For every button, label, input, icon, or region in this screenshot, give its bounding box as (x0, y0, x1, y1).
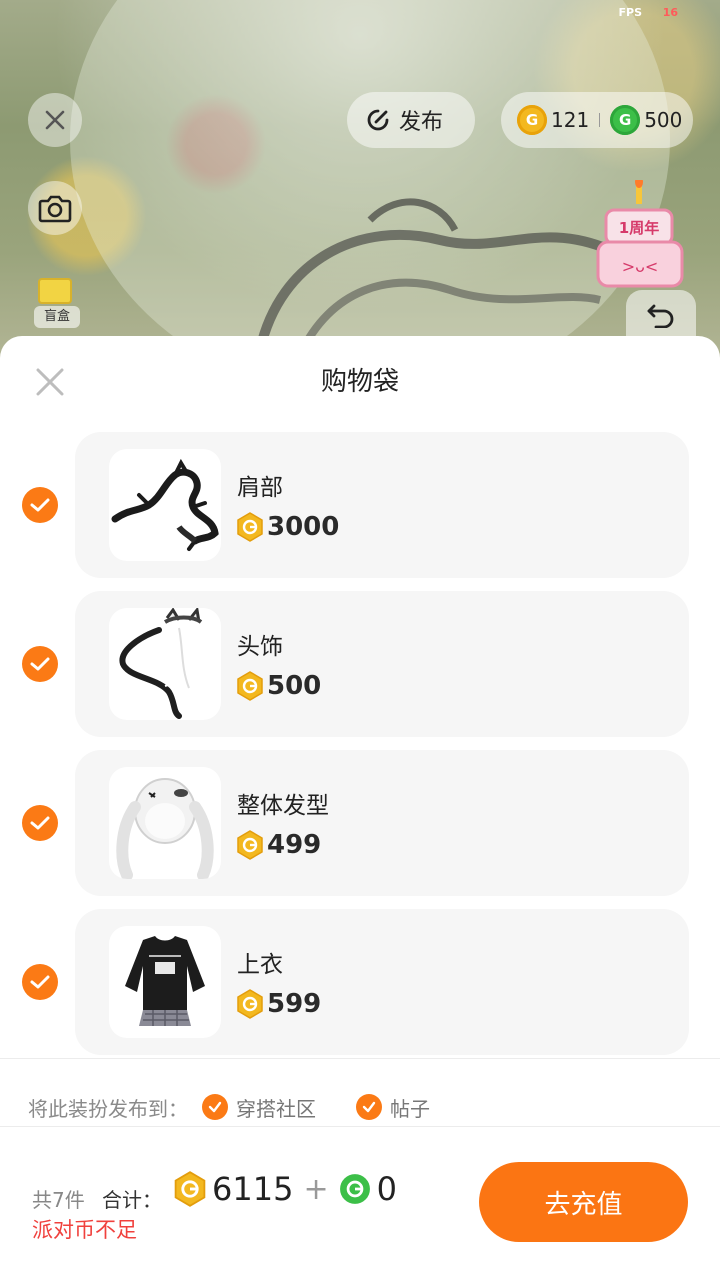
publish-label: 发布 (399, 110, 444, 135)
plus-sign: + (303, 1171, 329, 1207)
recharge-button[interactable]: 去充值 (479, 1162, 688, 1242)
item-name: 头饰 (237, 634, 283, 660)
check-icon (356, 1094, 382, 1120)
camera-icon (38, 195, 72, 223)
publish-to-label: 将此装扮发布到： (28, 1096, 188, 1121)
check-icon (30, 657, 50, 671)
cart-item: 肩部 3000 (0, 432, 720, 578)
item-price-value: 500 (267, 671, 322, 701)
cart-item: 整体发型 499 (0, 750, 720, 896)
green-coin-icon (339, 1174, 370, 1204)
blindbox-label: 盲盒 (34, 306, 80, 328)
fps-value: 16 (662, 6, 678, 19)
cart-item-card[interactable]: 肩部 3000 (75, 432, 689, 578)
white-twintail-hair-icon (116, 778, 214, 879)
check-icon (30, 498, 50, 512)
avatar-scene-background: FPS 16 盲盒 发布 G 121 G 500 1周年 >ᴗ< (0, 0, 720, 360)
item-price: 499 (237, 830, 321, 860)
cart-item-card[interactable]: 头饰 500 (75, 591, 689, 737)
item-name: 上衣 (237, 952, 283, 978)
cat-ear-tail-icon (119, 608, 203, 719)
item-price: 500 (237, 671, 321, 701)
green-total: 0 (376, 1170, 397, 1208)
blindbox-icon (38, 278, 72, 304)
gold-coin-icon (237, 512, 263, 542)
svg-text:>ᴗ<: >ᴗ< (622, 257, 659, 276)
shopping-bag-sheet: 购物袋 肩部 3000 头饰 500 整体发型 499 上衣 599 将此装扮发… (0, 336, 720, 1280)
gold-coin-icon (174, 1171, 206, 1207)
publish-to-row: 将此装扮发布到： 穿搭社区 帖子 (28, 1092, 430, 1122)
item-price-value: 499 (267, 830, 322, 860)
gold-coin-icon (237, 671, 263, 701)
item-count: 共7件 (32, 1188, 85, 1212)
anniversary-cake-icon[interactable]: 1周年 >ᴗ< (594, 180, 686, 290)
green-coin-icon: G (610, 105, 641, 135)
check-icon (30, 816, 50, 830)
publish-button[interactable]: 发布 (347, 92, 475, 148)
insufficient-coins-warning: 派对币不足 (32, 1218, 137, 1242)
blindbox-button[interactable]: 盲盒 (32, 278, 80, 330)
divider (0, 1126, 720, 1127)
black-sweater-outfit-icon (125, 936, 205, 1026)
undo-icon (647, 304, 674, 328)
gold-total: 6115 (212, 1170, 294, 1208)
item-checkbox[interactable] (22, 646, 58, 682)
publish-option-post[interactable]: 帖子 (356, 1093, 430, 1122)
sheet-title: 购物袋 (320, 367, 399, 397)
gold-coin-icon: G (517, 105, 547, 135)
order-summary: 共7件 合计： 6115 + 0 派对币不足 (32, 1166, 452, 1246)
close-scene-button[interactable] (28, 93, 82, 147)
publish-option-label: 穿搭社区 (236, 1096, 316, 1121)
item-thumbnail (109, 608, 221, 720)
item-price: 3000 (237, 512, 339, 542)
currency-balance[interactable]: G 121 G 500 (501, 92, 693, 148)
item-checkbox[interactable] (22, 964, 58, 1000)
item-thumbnail (109, 767, 221, 879)
total-amount: 6115 + 0 (174, 1166, 397, 1212)
gold-coin-icon (237, 830, 263, 860)
green-balance: 500 (644, 108, 683, 132)
check-icon (202, 1094, 228, 1120)
item-price-value: 3000 (267, 512, 340, 542)
total-label: 合计： (102, 1188, 162, 1212)
svg-text:1周年: 1周年 (619, 219, 659, 237)
camera-button[interactable] (28, 181, 82, 235)
close-icon (45, 110, 65, 130)
item-checkbox[interactable] (22, 487, 58, 523)
item-thumbnail (109, 926, 221, 1038)
cart-item-card[interactable]: 整体发型 499 (75, 750, 689, 896)
item-price-value: 599 (267, 989, 322, 1019)
publish-icon (367, 109, 389, 131)
black-dragon-icon (111, 458, 219, 551)
avatar-hair-silhouette (255, 198, 612, 357)
currency-divider (599, 113, 601, 127)
item-checkbox[interactable] (22, 805, 58, 841)
publish-option-community[interactable]: 穿搭社区 (202, 1093, 316, 1122)
check-icon (30, 975, 50, 989)
gold-balance: 121 (551, 108, 590, 132)
item-name: 肩部 (237, 475, 283, 501)
fps-label: FPS (618, 6, 643, 19)
item-name: 整体发型 (237, 793, 329, 819)
gold-coin-icon (237, 989, 263, 1019)
cart-item-card[interactable]: 上衣 599 (75, 909, 689, 1055)
item-price: 599 (237, 989, 321, 1019)
item-thumbnail (109, 449, 221, 561)
cart-item: 头饰 500 (0, 591, 720, 737)
cart-item: 上衣 599 (0, 909, 720, 1055)
publish-option-label: 帖子 (390, 1096, 430, 1121)
divider (0, 1058, 720, 1059)
